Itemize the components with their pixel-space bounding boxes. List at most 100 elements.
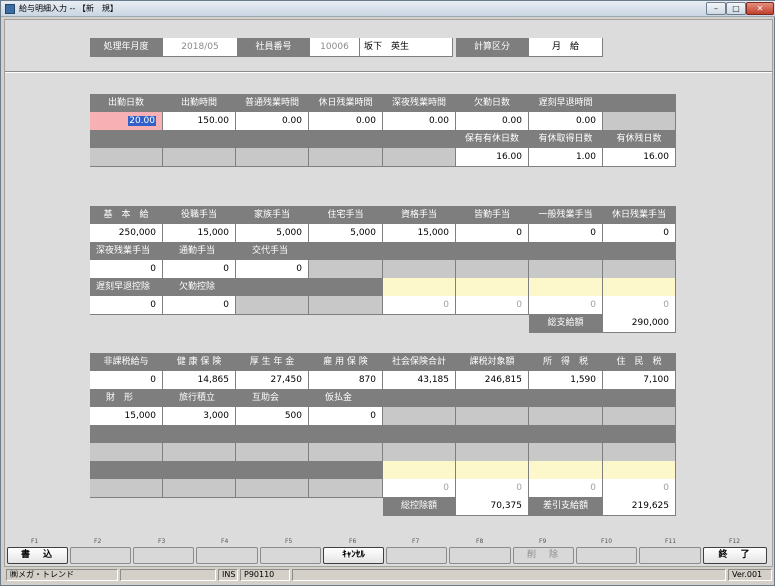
close-button[interactable]: ✕ bbox=[746, 2, 774, 15]
blank-cell bbox=[309, 148, 383, 167]
custom-pay-input[interactable]: 0 bbox=[383, 296, 456, 315]
maximize-button[interactable]: □ bbox=[726, 2, 746, 15]
savings-input[interactable]: 15,000 bbox=[90, 407, 163, 426]
taxable-amount: 246,815 bbox=[456, 371, 529, 390]
leave-held-value[interactable]: 16.00 bbox=[456, 148, 529, 167]
advance-payment-input[interactable]: 0 bbox=[309, 407, 383, 426]
f2-button[interactable] bbox=[70, 547, 131, 564]
absence-days-input[interactable]: 0.00 bbox=[456, 112, 529, 131]
f8-button[interactable] bbox=[449, 547, 511, 564]
status-pane-blank bbox=[120, 569, 216, 581]
f4-button[interactable] bbox=[196, 547, 258, 564]
employee-no-field[interactable]: 10006 bbox=[310, 38, 360, 57]
pension-input[interactable]: 27,450 bbox=[236, 371, 309, 390]
title-bar[interactable]: 給与明細入力 -- 【新 規】 – □ ✕ bbox=[1, 1, 775, 17]
deduction-header: 互助会 bbox=[236, 389, 309, 408]
exit-button[interactable]: 終 了 bbox=[703, 547, 767, 564]
employment-insurance-input[interactable]: 870 bbox=[309, 371, 383, 390]
minimize-button[interactable]: – bbox=[706, 2, 726, 15]
f7-button[interactable] bbox=[386, 547, 447, 564]
blank-cell bbox=[90, 443, 163, 462]
commute-allowance-input[interactable]: 0 bbox=[163, 260, 236, 279]
employee-name-field[interactable]: 坂下 英生 bbox=[360, 38, 453, 57]
blank-cell bbox=[90, 479, 163, 498]
fkey-label: F1 bbox=[31, 538, 39, 545]
gross-pay-label: 総支給額 bbox=[529, 314, 603, 333]
write-button[interactable]: 書 込 bbox=[7, 547, 68, 564]
work-days-input[interactable]: 20.00 bbox=[90, 112, 163, 131]
holiday-overtime-input[interactable]: 0.00 bbox=[309, 112, 383, 131]
deduction-header: 仮払金 bbox=[309, 389, 383, 408]
deduction-header: 健 康 保 険 bbox=[163, 353, 236, 372]
qualification-allowance-input[interactable]: 15,000 bbox=[383, 224, 456, 243]
total-deductions-label: 総控除額 bbox=[383, 497, 456, 516]
f11-button[interactable] bbox=[639, 547, 701, 564]
overtime-hours-input[interactable]: 0.00 bbox=[236, 112, 309, 131]
late-early-hours-input[interactable]: 0.00 bbox=[529, 112, 603, 131]
f5-button[interactable] bbox=[260, 547, 321, 564]
custom-deduction-input[interactable]: 0 bbox=[383, 479, 456, 498]
travel-fund-input[interactable]: 3,000 bbox=[163, 407, 236, 426]
night-overtime-pay-input[interactable]: 0 bbox=[90, 260, 163, 279]
fkey-label: F9 bbox=[539, 538, 547, 545]
blank-cell bbox=[603, 407, 676, 426]
housing-allowance-input[interactable]: 5,000 bbox=[309, 224, 383, 243]
blank-cell bbox=[163, 479, 236, 498]
blank-cell bbox=[383, 148, 456, 167]
custom-deduction-input[interactable]: 0 bbox=[603, 479, 676, 498]
work-hours-input[interactable]: 150.00 bbox=[163, 112, 236, 131]
shift-allowance-input[interactable]: 0 bbox=[236, 260, 309, 279]
f3-button[interactable] bbox=[133, 547, 194, 564]
income-tax-input[interactable]: 1,590 bbox=[529, 371, 603, 390]
health-insurance-input[interactable]: 14,865 bbox=[163, 371, 236, 390]
night-overtime-input[interactable]: 0.00 bbox=[383, 112, 456, 131]
period-field[interactable]: 2018/05 bbox=[163, 38, 238, 57]
calc-type-field[interactable]: 月 給 bbox=[529, 38, 603, 57]
payment-header: 役職手当 bbox=[163, 206, 236, 225]
leave-taken-value[interactable]: 1.00 bbox=[529, 148, 603, 167]
f10-button[interactable] bbox=[576, 547, 637, 564]
payment-header: 一般残業手当 bbox=[529, 206, 603, 225]
fkey-label: F4 bbox=[221, 538, 229, 545]
attendance-allowance-input[interactable]: 0 bbox=[456, 224, 529, 243]
cancel-button[interactable]: ｷｬﾝｾﾙ bbox=[323, 547, 384, 564]
family-allowance-input[interactable]: 5,000 bbox=[236, 224, 309, 243]
custom-header-blank bbox=[529, 461, 603, 480]
blank-cell bbox=[90, 148, 163, 167]
blank-cell bbox=[529, 443, 603, 462]
blank-cell bbox=[309, 443, 383, 462]
deduction-header: 課税対象額 bbox=[456, 353, 529, 372]
leave-remaining-value[interactable]: 16.00 bbox=[603, 148, 676, 167]
resident-tax-input[interactable]: 7,100 bbox=[603, 371, 676, 390]
base-salary-input[interactable]: 250,000 bbox=[90, 224, 163, 243]
header-blank bbox=[529, 242, 603, 261]
payment-header: 家族手当 bbox=[236, 206, 309, 225]
program-code: P90110 bbox=[240, 569, 290, 581]
net-pay-value: 219,625 bbox=[603, 497, 676, 516]
blank-cell bbox=[456, 260, 529, 279]
mutual-aid-input[interactable]: 500 bbox=[236, 407, 309, 426]
blank-cell bbox=[236, 443, 309, 462]
employee-no-label: 社員番号 bbox=[238, 38, 310, 57]
overtime-pay-input[interactable]: 0 bbox=[529, 224, 603, 243]
custom-pay-input[interactable]: 0 bbox=[603, 296, 676, 315]
custom-pay-input[interactable]: 0 bbox=[529, 296, 603, 315]
late-deduction-input[interactable]: 0 bbox=[90, 296, 163, 315]
app-icon bbox=[5, 4, 15, 14]
blank-cell bbox=[236, 148, 309, 167]
holiday-overtime-pay-input[interactable]: 0 bbox=[603, 224, 676, 243]
position-allowance-input[interactable]: 15,000 bbox=[163, 224, 236, 243]
company-name: ㈱メガ・トレンド bbox=[6, 569, 118, 581]
custom-deduction-input[interactable]: 0 bbox=[456, 479, 529, 498]
blank-cell bbox=[383, 443, 456, 462]
custom-header-blank bbox=[383, 278, 456, 297]
social-insurance-total: 43,185 bbox=[383, 371, 456, 390]
delete-button[interactable]: 削 除 bbox=[513, 547, 574, 564]
absence-deduction-input[interactable]: 0 bbox=[163, 296, 236, 315]
status-bar: ㈱メガ・トレンド INS P90110 Ver.001 bbox=[4, 568, 773, 582]
custom-deduction-input[interactable]: 0 bbox=[529, 479, 603, 498]
payment-header: 欠勤控除 bbox=[163, 278, 236, 297]
nontaxable-pay-input[interactable]: 0 bbox=[90, 371, 163, 390]
window-title: 給与明細入力 -- 【新 規】 bbox=[19, 4, 118, 13]
custom-pay-input[interactable]: 0 bbox=[456, 296, 529, 315]
